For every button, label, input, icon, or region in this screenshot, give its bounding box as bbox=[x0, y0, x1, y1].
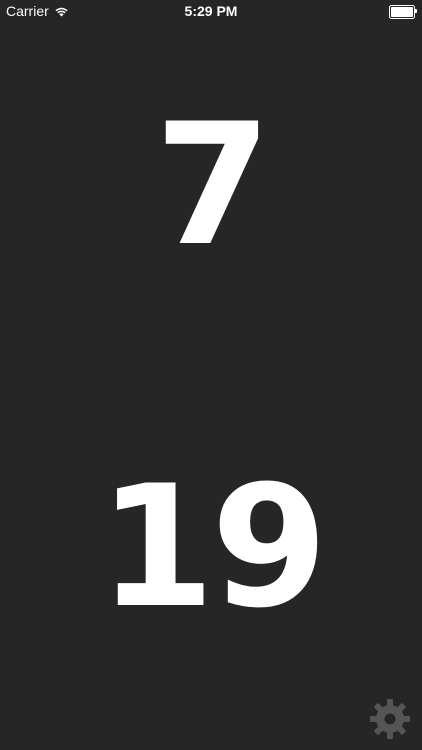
bottom-number[interactable]: 19 bbox=[0, 462, 422, 632]
settings-button[interactable] bbox=[368, 697, 412, 741]
gear-icon bbox=[369, 698, 411, 740]
battery-tip bbox=[415, 9, 417, 13]
battery-fill bbox=[391, 7, 413, 17]
battery-full-icon bbox=[389, 5, 417, 19]
status-time: 5:29 PM bbox=[184, 3, 238, 19]
battery-body bbox=[389, 5, 415, 19]
app-screen: Carrier 5:29 PM 7 19 bbox=[0, 0, 422, 750]
status-bar: Carrier 5:29 PM bbox=[0, 0, 422, 22]
top-number[interactable]: 7 bbox=[0, 100, 422, 270]
